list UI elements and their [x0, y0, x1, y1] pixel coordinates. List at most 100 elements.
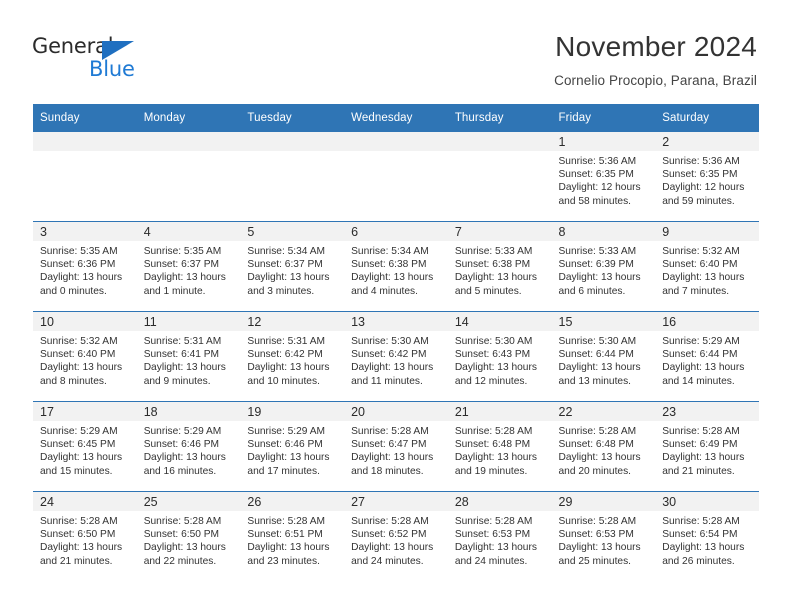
day-detail-line: Daylight: 13 hours — [454, 452, 537, 464]
calendar-day-cell[interactable]: 4 Sunrise: 5:35 AM Sunset: 6:37 PM Daylight… — [136, 221, 241, 312]
day-detail-line: Daylight: 13 hours — [40, 542, 123, 554]
day-details: Sunrise: 5:36 AM Sunset: 6:35 PM Daylight:… — [552, 151, 656, 208]
calendar-empty-cell — [447, 131, 552, 222]
day-detail-line: Sunset: 6:44 PM — [662, 349, 738, 361]
day-details: Sunrise: 5:30 AM Sunset: 6:43 PM Daylight:… — [448, 331, 552, 388]
calendar-day-cell[interactable]: 18 Sunrise: 5:29 AM Sunset: 6:46 PM Dayligh… — [136, 401, 241, 492]
day-number-band: 2 — [655, 132, 759, 151]
day-detail-line: Sunrise: 5:31 AM — [143, 336, 222, 347]
calendar-day-cell[interactable]: 27 Sunrise: 5:28 AM Sunset: 6:52 PM Dayligh… — [344, 491, 448, 581]
day-detail-line: Daylight: 13 hours — [351, 452, 434, 464]
day-detail-line: Sunset: 6:48 PM — [454, 439, 531, 451]
calendar-day-cell[interactable]: 14 Sunrise: 5:30 AM Sunset: 6:43 PM Dayligh… — [447, 311, 552, 402]
day-detail-line: Sunset: 6:50 PM — [143, 529, 220, 541]
day-detail-line: Daylight: 13 hours — [247, 362, 330, 374]
day-detail-line: and 15 minutes. — [40, 465, 113, 477]
day-number-band: 26 — [240, 492, 345, 511]
weekday-header-thursday: Thursday — [447, 104, 552, 132]
day-detail-line: and 10 minutes. — [247, 375, 320, 387]
day-details: Sunrise: 5:28 AM Sunset: 6:49 PM Daylight:… — [655, 421, 759, 478]
calendar-day-cell[interactable]: 15 Sunrise: 5:30 AM Sunset: 6:44 PM Dayligh… — [551, 311, 656, 402]
calendar-day-cell[interactable]: 25 Sunrise: 5:28 AM Sunset: 6:50 PM Dayligh… — [136, 491, 241, 581]
day-details: Sunrise: 5:32 AM Sunset: 6:40 PM Daylight:… — [33, 331, 137, 388]
day-number: 19 — [247, 405, 262, 419]
day-detail-line: Sunset: 6:42 PM — [247, 349, 323, 361]
calendar-day-cell[interactable]: 24 Sunrise: 5:28 AM Sunset: 6:50 PM Dayligh… — [33, 491, 137, 581]
day-detail-line: Sunrise: 5:28 AM — [351, 516, 429, 527]
day-number-band: 11 — [136, 312, 241, 331]
calendar-day-cell[interactable]: 7 Sunrise: 5:33 AM Sunset: 6:38 PM Daylight… — [447, 221, 552, 312]
calendar-day-cell[interactable]: 2 Sunrise: 5:36 AM Sunset: 6:35 PM Daylight… — [655, 131, 759, 222]
day-detail-line: Daylight: 13 hours — [662, 452, 745, 464]
day-detail-line: Daylight: 13 hours — [247, 452, 330, 464]
calendar-day-cell[interactable]: 20 Sunrise: 5:28 AM Sunset: 6:47 PM Dayligh… — [344, 401, 448, 492]
day-detail-line: Sunrise: 5:32 AM — [40, 336, 118, 347]
calendar-day-cell[interactable]: 6 Sunrise: 5:34 AM Sunset: 6:38 PM Daylight… — [344, 221, 448, 312]
general-blue-logo[interactable]: General Blue — [32, 36, 162, 86]
day-detail-line: and 21 minutes. — [662, 465, 735, 477]
calendar-day-cell[interactable]: 1 Sunrise: 5:36 AM Sunset: 6:35 PM Daylight… — [551, 131, 656, 222]
day-details: Sunrise: 5:34 AM Sunset: 6:38 PM Daylight:… — [344, 241, 448, 298]
day-detail-line: Sunset: 6:47 PM — [351, 439, 427, 451]
day-number-band — [33, 132, 137, 151]
day-detail-line: Sunrise: 5:34 AM — [351, 246, 429, 257]
weekday-header-saturday: Saturday — [655, 104, 759, 132]
day-number: 9 — [662, 225, 670, 239]
day-detail-line: Daylight: 13 hours — [558, 272, 641, 284]
day-detail-line: and 4 minutes. — [351, 285, 418, 297]
day-number-band: 6 — [344, 222, 448, 241]
day-detail-line: and 26 minutes. — [662, 555, 735, 567]
day-detail-line: Sunrise: 5:29 AM — [247, 426, 325, 437]
calendar-day-cell[interactable]: 29 Sunrise: 5:28 AM Sunset: 6:53 PM Dayligh… — [551, 491, 656, 581]
calendar-day-cell[interactable]: 8 Sunrise: 5:33 AM Sunset: 6:39 PM Daylight… — [551, 221, 656, 312]
calendar-day-cell[interactable]: 30 Sunrise: 5:28 AM Sunset: 6:54 PM Dayligh… — [655, 491, 759, 581]
day-detail-line: and 23 minutes. — [247, 555, 320, 567]
calendar-day-cell[interactable]: 13 Sunrise: 5:30 AM Sunset: 6:42 PM Dayligh… — [344, 311, 448, 402]
day-detail-line: and 11 minutes. — [351, 375, 423, 387]
day-detail-line: and 3 minutes. — [247, 285, 315, 297]
day-number-band: 1 — [551, 132, 656, 151]
day-detail-line: Sunset: 6:53 PM — [558, 529, 634, 541]
day-detail-line: and 18 minutes. — [351, 465, 424, 477]
calendar-day-cell[interactable]: 28 Sunrise: 5:28 AM Sunset: 6:53 PM Dayligh… — [447, 491, 552, 581]
day-details: Sunrise: 5:32 AM Sunset: 6:40 PM Daylight:… — [655, 241, 759, 298]
day-details: Sunrise: 5:29 AM Sunset: 6:44 PM Daylight:… — [655, 331, 759, 388]
calendar-day-cell[interactable]: 17 Sunrise: 5:29 AM Sunset: 6:45 PM Dayligh… — [33, 401, 137, 492]
day-details: Sunrise: 5:33 AM Sunset: 6:39 PM Daylight:… — [552, 241, 656, 298]
day-detail-line: Sunset: 6:36 PM — [40, 259, 116, 271]
weekday-header-wednesday: Wednesday — [344, 104, 448, 132]
day-number-band: 12 — [240, 312, 345, 331]
day-details: Sunrise: 5:28 AM Sunset: 6:51 PM Daylight:… — [240, 511, 344, 568]
day-number-band: 25 — [136, 492, 241, 511]
calendar-day-cell[interactable]: 5 Sunrise: 5:34 AM Sunset: 6:37 PM Daylight… — [240, 221, 345, 312]
day-detail-line: Daylight: 13 hours — [558, 362, 641, 374]
calendar-day-cell[interactable]: 12 Sunrise: 5:31 AM Sunset: 6:42 PM Dayligh… — [240, 311, 345, 402]
calendar-day-cell[interactable]: 19 Sunrise: 5:29 AM Sunset: 6:46 PM Dayligh… — [240, 401, 345, 492]
day-number: 22 — [558, 405, 573, 419]
calendar-day-cell[interactable]: 10 Sunrise: 5:32 AM Sunset: 6:40 PM Dayligh… — [33, 311, 137, 402]
day-detail-line: Sunset: 6:35 PM — [662, 169, 738, 181]
day-detail-line: Sunrise: 5:31 AM — [247, 336, 325, 347]
day-detail-line: and 25 minutes. — [558, 555, 632, 567]
calendar-day-cell[interactable]: 21 Sunrise: 5:28 AM Sunset: 6:48 PM Dayligh… — [447, 401, 552, 492]
day-detail-line: Daylight: 13 hours — [662, 542, 745, 554]
calendar-day-cell[interactable]: 22 Sunrise: 5:28 AM Sunset: 6:48 PM Dayligh… — [551, 401, 656, 492]
calendar-day-cell[interactable]: 3 Sunrise: 5:35 AM Sunset: 6:36 PM Daylight… — [33, 221, 137, 312]
day-number-band: 18 — [136, 402, 241, 421]
day-detail-line: Sunrise: 5:28 AM — [454, 516, 533, 527]
calendar-day-cell[interactable]: 26 Sunrise: 5:28 AM Sunset: 6:51 PM Dayligh… — [240, 491, 345, 581]
day-detail-line: Daylight: 13 hours — [143, 272, 226, 284]
day-number-band: 5 — [240, 222, 345, 241]
calendar-day-cell[interactable]: 9 Sunrise: 5:32 AM Sunset: 6:40 PM Daylight… — [655, 221, 759, 312]
day-detail-line: and 14 minutes. — [662, 375, 735, 387]
day-details: Sunrise: 5:31 AM Sunset: 6:42 PM Daylight:… — [240, 331, 344, 388]
day-detail-line: Sunrise: 5:35 AM — [40, 246, 118, 257]
day-detail-line: and 8 minutes. — [40, 375, 107, 387]
calendar-day-cell[interactable]: 16 Sunrise: 5:29 AM Sunset: 6:44 PM Dayligh… — [655, 311, 759, 402]
day-number: 4 — [143, 225, 151, 239]
day-detail-line: Sunrise: 5:28 AM — [143, 516, 222, 527]
day-number-band — [136, 132, 241, 151]
day-number-band: 19 — [240, 402, 345, 421]
calendar-day-cell[interactable]: 23 Sunrise: 5:28 AM Sunset: 6:49 PM Dayligh… — [655, 401, 759, 492]
calendar-day-cell[interactable]: 11 Sunrise: 5:31 AM Sunset: 6:41 PM Dayligh… — [136, 311, 241, 402]
